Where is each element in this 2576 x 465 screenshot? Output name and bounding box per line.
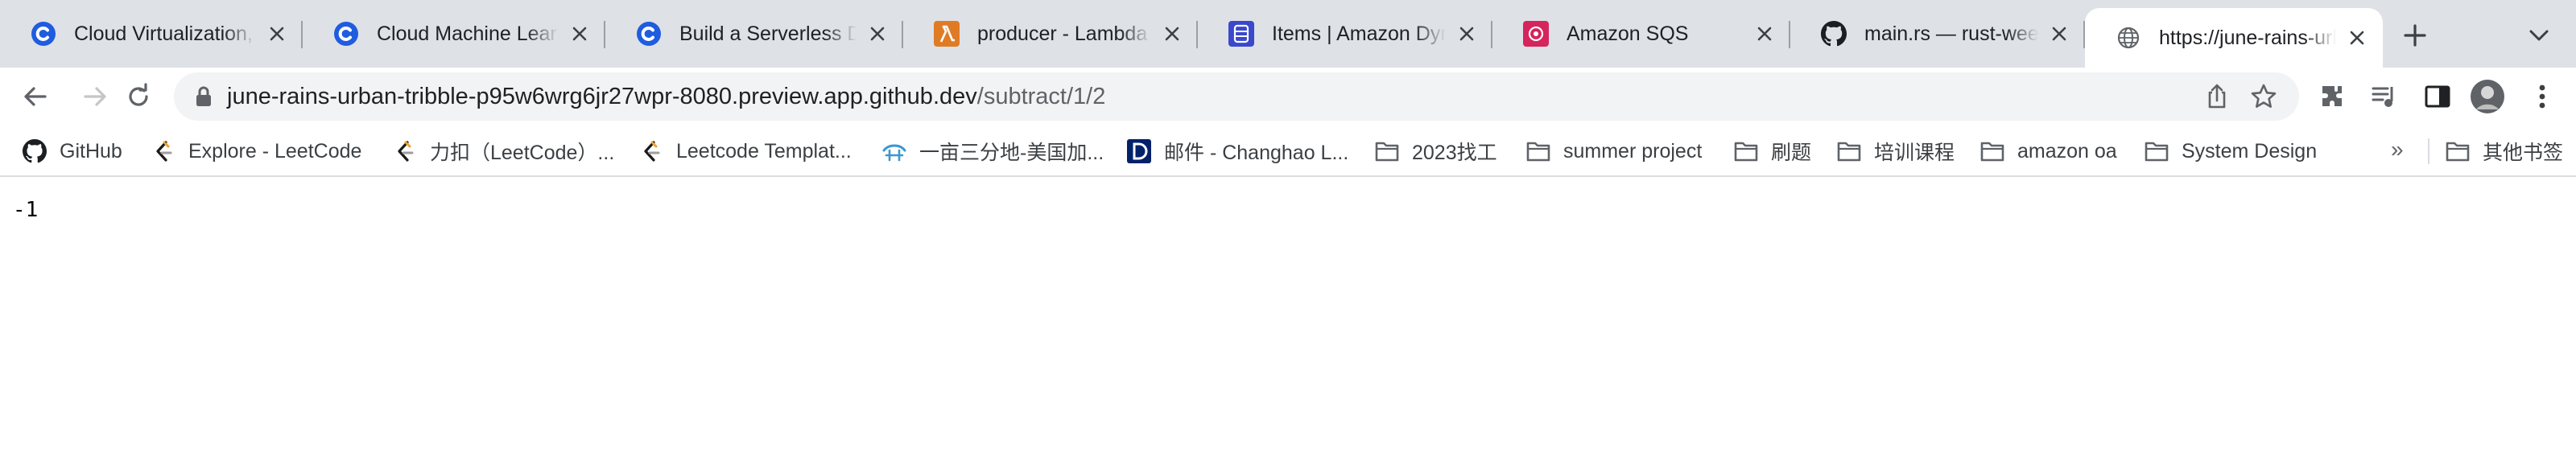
leetcode-icon <box>391 138 419 165</box>
media-control-icon[interactable] <box>2368 80 2401 113</box>
bookmark-folder[interactable]: summer project <box>1525 135 1702 167</box>
bookmark-folder[interactable]: 刷题 <box>1732 135 1811 167</box>
bookmark-folder[interactable]: amazon oa <box>1979 135 2117 167</box>
extensions-icon[interactable] <box>2317 80 2349 113</box>
close-icon[interactable] <box>565 19 594 48</box>
url-host: june-rains-urban-tribble-p95w6wrg6jr27wp… <box>227 84 977 109</box>
forward-button[interactable] <box>76 77 114 116</box>
tab-title: producer - Lambda <box>977 22 1148 45</box>
aws-sqs-icon <box>1523 21 1549 47</box>
bookmark-label: 邮件 - Changhao L... <box>1164 142 1349 164</box>
tab-title: https://june-rains-urb <box>2159 26 2336 49</box>
bookmark-label: summer project <box>1563 139 1703 163</box>
close-icon[interactable] <box>2343 23 2372 52</box>
back-button[interactable] <box>16 77 55 116</box>
bookmark-label: Explore - LeetCode <box>188 139 362 163</box>
github-icon <box>21 138 48 165</box>
close-icon[interactable] <box>262 19 291 48</box>
folder-icon <box>1835 138 1863 165</box>
page-content: -1 <box>0 179 2576 465</box>
leetcode-icon <box>150 138 177 165</box>
tab[interactable]: Cloud Virtualization, C <box>0 0 303 68</box>
tab[interactable]: Amazon SQS <box>1492 0 1790 68</box>
bookmark-label: 其他书签 <box>2483 142 2564 164</box>
1point3acres-icon <box>881 138 908 165</box>
close-icon[interactable] <box>863 19 892 48</box>
github-icon <box>1821 21 1847 47</box>
tab-title: Amazon SQS <box>1567 22 1689 45</box>
tab-title: Build a Serverless Dat <box>679 22 857 45</box>
leetcode-icon <box>638 138 665 165</box>
reload-button[interactable] <box>119 77 158 116</box>
tab-strip: Cloud Virtualization, C Cloud Machine Le… <box>0 0 2576 68</box>
new-tab-button[interactable] <box>2397 18 2433 53</box>
close-icon[interactable] <box>1158 19 1187 48</box>
bookmarks-bar: GitHub Explore - LeetCode 力扣（LeetCode）..… <box>0 126 2576 177</box>
tab-title: main.rs — rust-weekly <box>1864 22 2038 45</box>
tab-title: Cloud Virtualization, C <box>74 22 256 45</box>
bookmark-label: 培训课程 <box>1874 142 1955 164</box>
folder-icon <box>1525 138 1552 165</box>
tab-title: Cloud Machine Learnin <box>377 22 559 45</box>
aws-lambda-icon <box>934 21 960 47</box>
bookmark-label: amazon oa <box>2017 139 2117 163</box>
bookmark-folder[interactable]: 2023找工 <box>1373 135 1497 167</box>
globe-icon <box>2116 25 2141 51</box>
bookmark-item[interactable]: 一亩三分地-美国加... <box>881 135 1104 167</box>
coursera-icon <box>333 21 359 47</box>
tab-active[interactable]: https://june-rains-urb <box>2085 8 2383 68</box>
bookmark-label: 2023找工 <box>1412 142 1497 164</box>
bookmark-label: Leetcode Templat... <box>676 139 852 163</box>
url-path: /subtract/1/2 <box>976 84 1106 109</box>
coursera-icon <box>636 21 662 47</box>
folder-icon <box>1732 138 1760 165</box>
bookmark-item[interactable]: Leetcode Templat... <box>638 135 852 167</box>
bookmark-folder[interactable]: 培训课程 <box>1835 135 1955 167</box>
folder-icon <box>1373 138 1401 165</box>
avatar[interactable] <box>2470 79 2505 114</box>
bookmark-label: System Design <box>2182 139 2318 163</box>
bookmark-label: 刷题 <box>1771 142 1812 164</box>
folder-icon <box>2143 138 2170 165</box>
bookmarks-overflow-button[interactable]: » <box>2391 137 2415 166</box>
folder-icon <box>1979 138 2006 165</box>
tab[interactable]: Build a Serverless Dat <box>605 0 903 68</box>
coursera-icon <box>31 21 56 47</box>
bookmark-item[interactable]: 邮件 - Changhao L... <box>1125 135 1348 167</box>
toolbar: june-rains-urban-tribble-p95w6wrg6jr27wp… <box>0 68 2576 126</box>
tab[interactable]: Cloud Machine Learnin <box>303 0 605 68</box>
duke-icon <box>1125 138 1153 165</box>
lock-icon[interactable] <box>193 85 214 108</box>
bookmark-folder[interactable]: System Design <box>2143 135 2317 167</box>
response-body: -1 <box>13 198 39 222</box>
tab[interactable]: producer - Lambda <box>903 0 1198 68</box>
tab[interactable]: Items | Amazon Dynam <box>1198 0 1492 68</box>
bookmark-label: GitHub <box>60 139 122 163</box>
side-panel-icon[interactable] <box>2421 80 2454 113</box>
url-text[interactable]: june-rains-urban-tribble-p95w6wrg6jr27wp… <box>227 84 1105 110</box>
aws-dynamodb-icon <box>1228 21 1254 47</box>
chevron-down-icon[interactable] <box>2524 21 2553 50</box>
bookmark-item[interactable]: 力扣（LeetCode）... <box>391 135 614 167</box>
tab[interactable]: main.rs — rust-weekly <box>1790 0 2085 68</box>
address-bar[interactable]: june-rains-urban-tribble-p95w6wrg6jr27wp… <box>174 72 2299 121</box>
bookmark-item[interactable]: GitHub <box>21 135 122 167</box>
bookmark-label: 一亩三分地-美国加... <box>919 142 1104 164</box>
close-icon[interactable] <box>1750 19 1779 48</box>
other-bookmarks-folder[interactable]: 其他书签 <box>2444 135 2563 167</box>
close-icon[interactable] <box>2045 19 2074 48</box>
bookmark-label: 力扣（LeetCode）... <box>430 142 615 164</box>
tab-title: Items | Amazon Dynam <box>1272 22 1446 45</box>
bookmark-star-icon[interactable] <box>2249 82 2278 111</box>
folder-icon <box>2444 138 2471 165</box>
share-icon[interactable] <box>2202 82 2231 111</box>
bookmark-item[interactable]: Explore - LeetCode <box>150 135 361 167</box>
close-icon[interactable] <box>1452 19 1481 48</box>
more-menu-icon[interactable] <box>2526 80 2558 113</box>
